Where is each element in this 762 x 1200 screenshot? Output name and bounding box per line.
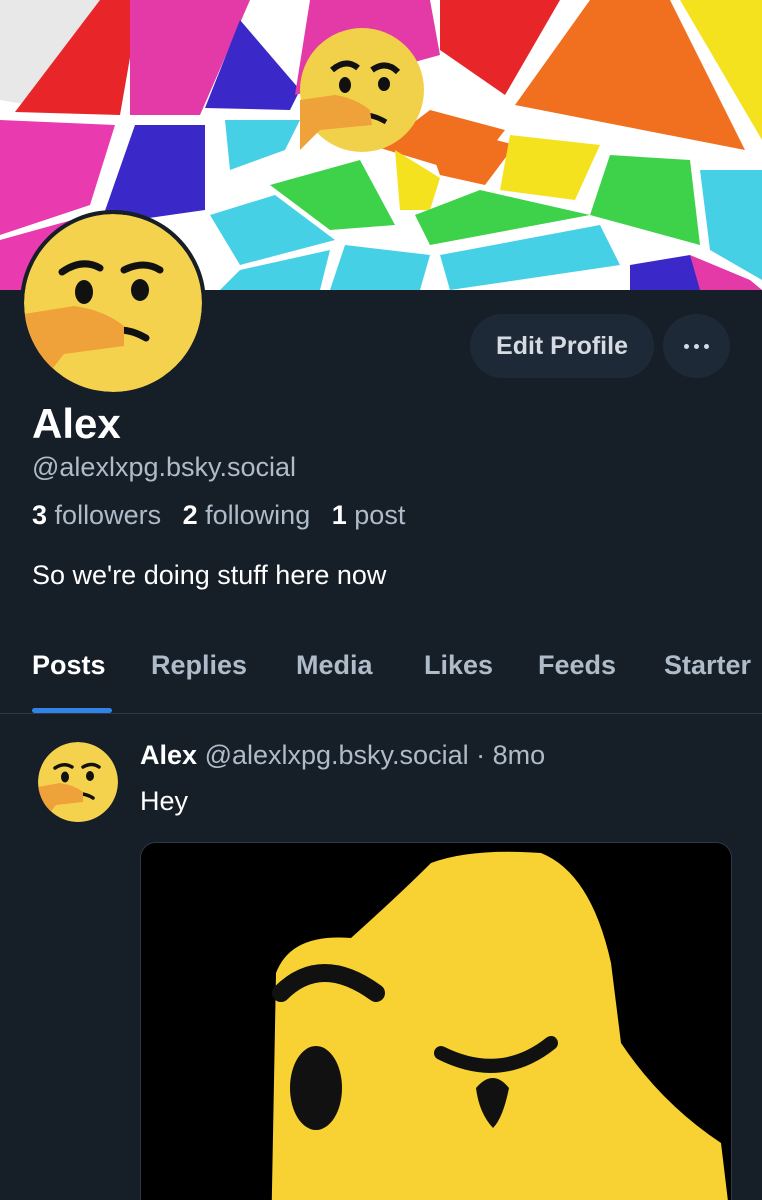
- edit-profile-button[interactable]: Edit Profile: [470, 314, 654, 378]
- post-separator: ·: [476, 740, 486, 770]
- following-link[interactable]: 2 following: [183, 500, 311, 530]
- ellipsis-icon-dot: [694, 343, 699, 349]
- posts-stat: 1 post: [332, 500, 406, 530]
- thinking-face-closeup-image: [141, 843, 731, 1200]
- tab-replies[interactable]: Replies: [151, 650, 247, 681]
- post-header: Alex @alexlxpg.bsky.social · 8mo: [140, 740, 545, 771]
- posts-label: post: [354, 500, 406, 530]
- profile-tabs: Posts Replies Media Likes Feeds Starter: [0, 630, 762, 714]
- post-image[interactable]: [140, 842, 732, 1200]
- post-author-handle[interactable]: @alexlxpg.bsky.social: [205, 740, 469, 770]
- active-tab-indicator: [32, 708, 112, 713]
- thinking-face-avatar-icon: [38, 742, 118, 822]
- followers-label: followers: [54, 500, 162, 530]
- ellipsis-icon-dot: [704, 343, 709, 349]
- ellipsis-icon: [684, 343, 689, 349]
- profile-avatar[interactable]: [20, 210, 206, 396]
- following-count: 2: [182, 500, 198, 530]
- post-text: Hey: [140, 786, 189, 816]
- tab-starter[interactable]: Starter: [664, 650, 751, 681]
- posts-count: 1: [331, 500, 347, 530]
- followers-count: 3: [32, 500, 48, 530]
- tab-media[interactable]: Media: [296, 650, 373, 681]
- following-label: following: [205, 500, 311, 530]
- followers-link[interactable]: 3 followers: [32, 500, 161, 530]
- post-author-name[interactable]: Alex: [140, 740, 197, 770]
- more-options-button[interactable]: [663, 314, 730, 378]
- profile-stats: 3 followers 2 following 1 post: [32, 500, 405, 531]
- profile-handle: @alexlxpg.bsky.social: [32, 452, 297, 482]
- display-name: Alex: [32, 400, 121, 447]
- tab-feeds[interactable]: Feeds: [538, 650, 616, 681]
- profile-bio: So we're doing stuff here now: [32, 560, 387, 590]
- thinking-face-avatar-icon: [24, 214, 202, 392]
- tab-likes[interactable]: Likes: [424, 650, 493, 681]
- tab-posts[interactable]: Posts: [32, 650, 106, 681]
- post-timestamp[interactable]: 8mo: [493, 740, 546, 770]
- post-author-avatar[interactable]: [36, 740, 120, 824]
